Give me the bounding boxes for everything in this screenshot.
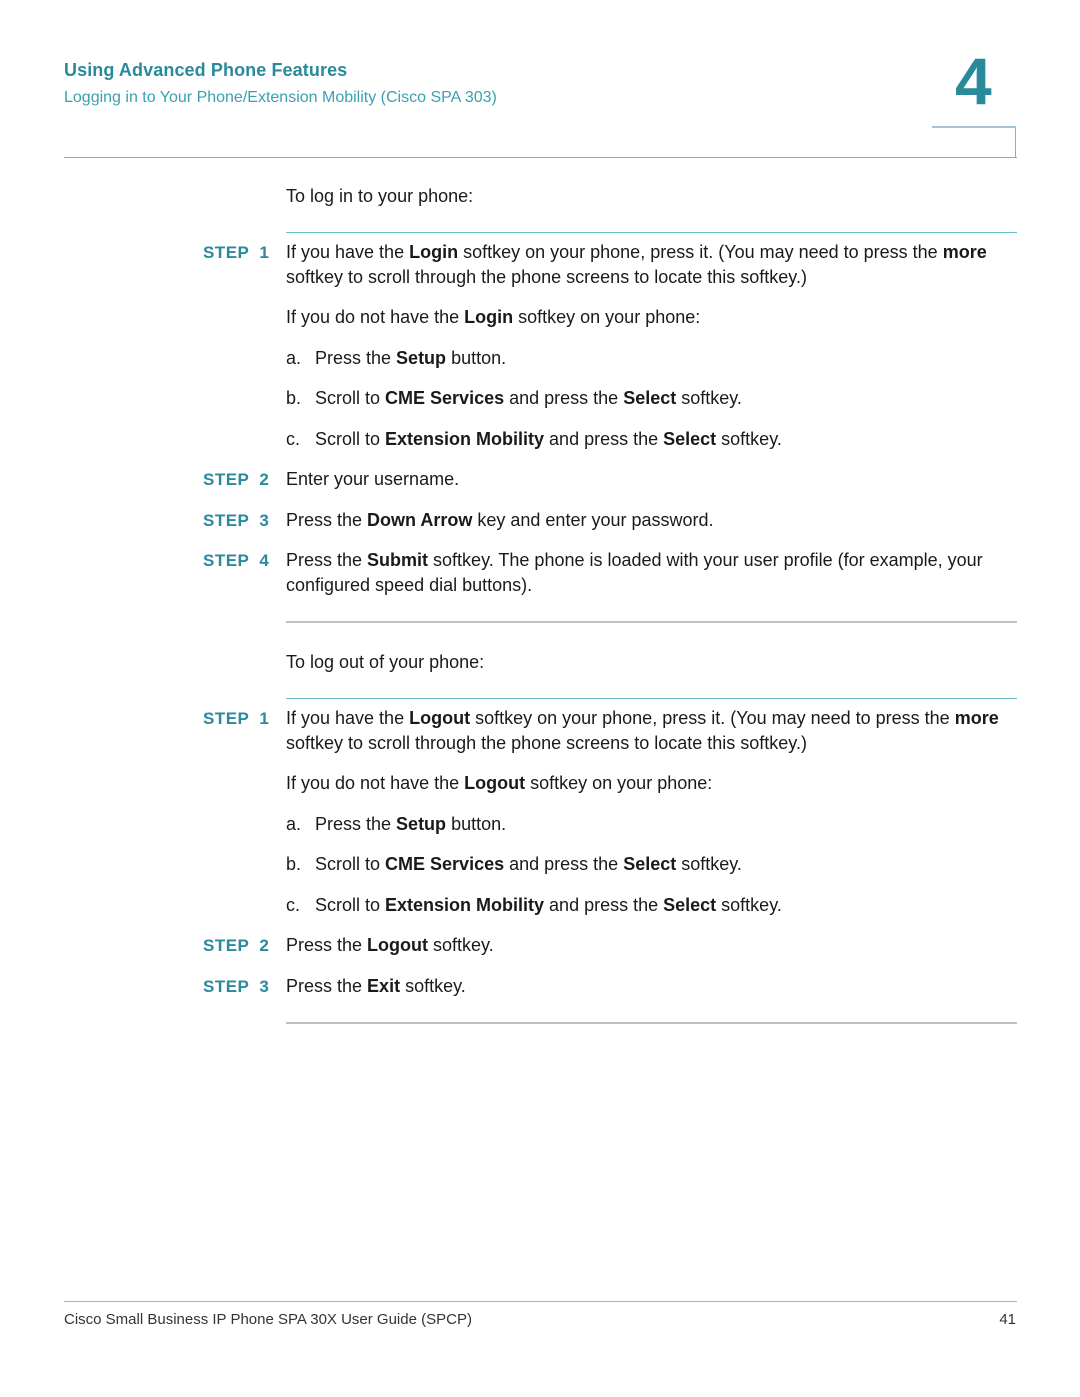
login-step-1-label: STEP 1 bbox=[203, 243, 269, 263]
login-sub-item-a: a. Press the Setup button. bbox=[286, 348, 507, 368]
login-end-divider bbox=[286, 621, 1017, 623]
step-number: 1 bbox=[259, 243, 270, 262]
login-step-2-text: Enter your username. bbox=[286, 469, 460, 489]
logout-sub-item-b: b. Scroll to CME Services and press the S… bbox=[286, 854, 742, 874]
login-sub-item-c: c. Scroll to Extension Mobility and press… bbox=[286, 429, 782, 449]
step-word: STEP bbox=[203, 243, 250, 262]
logout-step-3-text: Press the Exit softkey. bbox=[286, 976, 466, 996]
chapter-number-box bbox=[932, 126, 1016, 157]
footer-divider bbox=[64, 1301, 1017, 1302]
header-divider bbox=[64, 157, 1017, 158]
logout-sub-item-a: a. Press the Setup button. bbox=[286, 814, 507, 834]
logout-step-2-label: STEP 2 bbox=[203, 936, 270, 955]
softkey-name: Login bbox=[409, 242, 459, 262]
logout-step-1-label: STEP 1 bbox=[203, 709, 270, 728]
login-step-1-text: If you have the Login softkey on your ph… bbox=[286, 242, 987, 287]
logout-step-1-alt-intro: If you do not have the Logout softkey on… bbox=[286, 773, 713, 793]
logout-sub-item-c: c. Scroll to Extension Mobility and press… bbox=[286, 895, 782, 915]
footer-title: Cisco Small Business IP Phone SPA 30X Us… bbox=[64, 1311, 472, 1328]
page-number: 41 bbox=[999, 1311, 1016, 1328]
logout-step-2-text: Press the Logout softkey. bbox=[286, 935, 494, 955]
logout-end-divider bbox=[286, 1022, 1017, 1024]
login-sub-item-b: b. Scroll to CME Services and press the S… bbox=[286, 388, 742, 408]
chapter-number: 4 bbox=[955, 44, 992, 118]
logout-intro: To log out of your phone: bbox=[286, 652, 485, 672]
login-step-3-text: Press the Down Arrow key and enter your … bbox=[286, 510, 714, 530]
login-step-4-label: STEP 4 bbox=[203, 551, 270, 570]
section-title: Logging in to Your Phone/Extension Mobil… bbox=[64, 89, 497, 106]
chapter-title: Using Advanced Phone Features bbox=[64, 60, 348, 80]
login-step-1-alt-intro: If you do not have the Login softkey on … bbox=[286, 307, 701, 327]
logout-step-3-label: STEP 3 bbox=[203, 977, 270, 996]
login-step-3-label: STEP 3 bbox=[203, 511, 270, 530]
softkey-name: more bbox=[942, 242, 987, 262]
login-step-4-text: Press the Submit softkey. The phone is l… bbox=[286, 550, 983, 595]
logout-intro-divider bbox=[286, 698, 1017, 699]
login-intro: To log in to your phone: bbox=[286, 186, 474, 206]
logout-step-1-text: If you have the Logout softkey on your p… bbox=[286, 708, 999, 753]
login-step-2-label: STEP 2 bbox=[203, 470, 270, 489]
login-intro-divider bbox=[286, 232, 1017, 233]
